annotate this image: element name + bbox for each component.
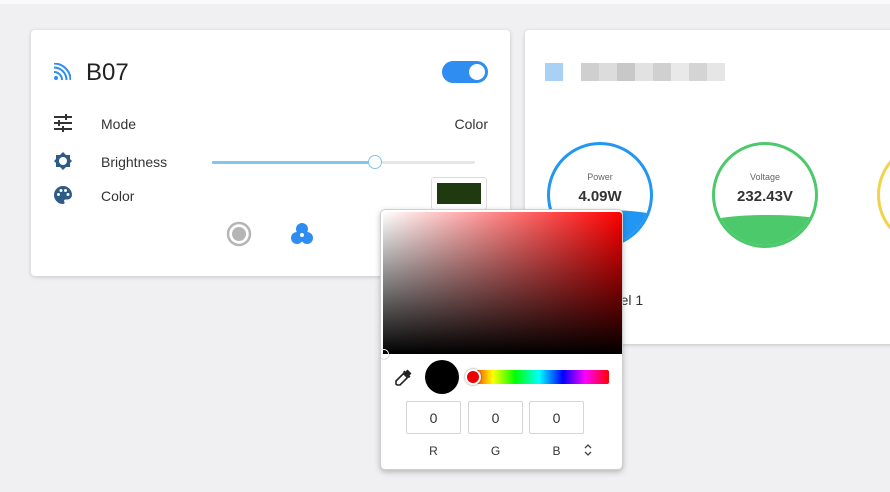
card-icon	[545, 63, 563, 81]
brightness-label: Brightness	[101, 154, 168, 170]
blue-label: B	[552, 444, 561, 458]
voltage-gauge-fill	[715, 215, 815, 245]
voltage-gauge-label: Voltage	[749, 172, 781, 182]
color-swatch-button[interactable]	[431, 177, 487, 210]
format-toggle-icon[interactable]	[582, 443, 594, 457]
palette-icon	[54, 186, 72, 204]
tune-icon	[54, 114, 72, 132]
voltage-gauge-value: 232.43V	[737, 188, 793, 205]
hue-slider[interactable]	[469, 370, 609, 384]
brightness-slider[interactable]	[212, 155, 475, 169]
power-gauge-value: 4.09W	[578, 188, 622, 205]
hue-slider-thumb[interactable]	[465, 369, 481, 385]
brightness-icon	[54, 152, 72, 170]
saturation-area[interactable]	[381, 212, 622, 359]
green-label: G	[490, 444, 501, 458]
color-picker-popup: R G B	[380, 209, 623, 470]
white-mode-icon[interactable]	[226, 221, 252, 247]
power-gauge-label: Power	[587, 172, 613, 182]
red-label: R	[429, 444, 438, 458]
device-title: B07	[86, 59, 129, 86]
wifi-icon	[53, 63, 71, 81]
color-swatch	[437, 183, 481, 204]
blurred-title	[581, 63, 725, 81]
saturation-pointer[interactable]	[381, 349, 389, 359]
third-gauge-partial	[877, 142, 890, 248]
top-strip	[0, 0, 890, 4]
color-preview	[425, 360, 459, 394]
green-input[interactable]	[468, 401, 523, 434]
brightness-slider-fill	[212, 161, 376, 164]
color-label: Color	[101, 188, 135, 204]
toggle-knob	[469, 64, 485, 80]
blue-input[interactable]	[529, 401, 584, 434]
power-toggle[interactable]	[442, 61, 488, 83]
brightness-slider-thumb[interactable]	[368, 155, 383, 169]
voltage-gauge: Voltage 232.43V	[712, 142, 818, 248]
mode-label: Mode	[101, 116, 137, 132]
mode-value[interactable]: Color	[455, 116, 488, 132]
eyedropper-icon[interactable]	[395, 368, 413, 386]
rgb-mode-icon[interactable]	[289, 221, 315, 247]
red-input[interactable]	[406, 401, 461, 434]
